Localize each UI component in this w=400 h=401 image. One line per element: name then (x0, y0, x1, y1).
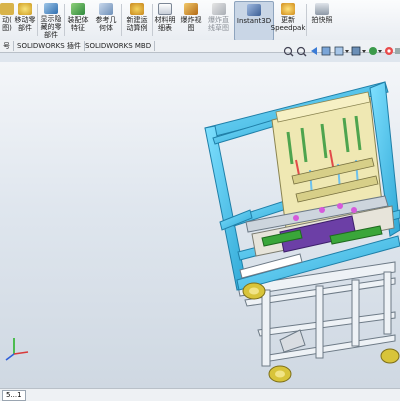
coordinate-triad (5, 338, 29, 361)
zoom-area-icon[interactable] (296, 46, 307, 57)
explode-line-sketch-icon (211, 3, 226, 15)
explode-view-icon (184, 3, 198, 15)
ribbon-button-label: 更新 Speedpak (270, 16, 306, 32)
ribbon-button-label: 爆炸视 图 (180, 16, 202, 32)
snapshot-button[interactable]: 拍快照 (309, 1, 335, 39)
ribbon-button-label: 装配体 特征 (67, 16, 89, 32)
scene-icon[interactable] (395, 48, 400, 54)
z-axis-arrow (5, 353, 15, 361)
view-orientation-icon[interactable] (334, 46, 349, 56)
ribbon-button-label: 参考几 何体 (95, 16, 117, 32)
ribbon-button-label: 拍快照 (311, 16, 333, 24)
show-hidden-icon (44, 3, 58, 14)
instant3d-button[interactable]: Instant3D (234, 1, 274, 41)
bom-button[interactable]: 材料明 细表 (153, 1, 177, 39)
x-axis-arrow (13, 351, 29, 355)
show-hidden-components-button[interactable]: 显示隐 藏的零 部件 (39, 1, 63, 39)
model-tab[interactable]: 5...1 (2, 390, 26, 401)
motion-study-icon (130, 3, 144, 15)
display-style-icon[interactable] (351, 46, 366, 56)
command-manager-ribbon: 动( 图) 移动零 部件 显示隐 藏的零 部件 装配体 特征 参考几 何体 新建… (0, 0, 400, 41)
tab-solidworks-addins[interactable]: SOLIDWORKS 插件 (14, 41, 85, 51)
reference-geometry-button[interactable]: 参考几 何体 (92, 1, 120, 39)
hide-show-items-icon[interactable] (369, 47, 382, 55)
ribbon-separator (64, 4, 65, 36)
tab-solidworks-mbd[interactable]: SOLIDWORKS MBD (82, 41, 156, 51)
update-speedpak-button[interactable]: 更新 Speedpak (271, 1, 305, 39)
move-component-button[interactable]: 移动零 部件 (14, 1, 36, 39)
move-component-icon (18, 3, 32, 15)
ribbon-button-label: 材料明 细表 (154, 16, 176, 32)
new-motion-study-button[interactable]: 新建运 动算例 (123, 1, 151, 39)
camera-icon (315, 3, 329, 15)
ribbon-separator (306, 4, 307, 36)
ribbon-button-label: 显示隐 藏的零 部件 (40, 15, 62, 39)
ribbon-button-label: 爆炸直 线草图 (208, 16, 229, 32)
status-bar: 5...1 (0, 388, 400, 401)
heads-up-view-toolbar (283, 46, 400, 57)
assembly-model[interactable] (0, 62, 400, 388)
caster-wheel (242, 282, 266, 300)
instant3d-icon (247, 4, 261, 16)
explode-view-button[interactable]: 爆炸视 图 (179, 1, 203, 39)
caster-wheel (268, 365, 292, 383)
previous-view-icon[interactable] (311, 47, 317, 55)
assembly-feature-button[interactable]: 装配体 特征 (66, 1, 90, 39)
explode-line-sketch-button[interactable]: 爆炸直 线草图 (205, 1, 232, 39)
speedpak-icon (281, 3, 295, 15)
tab-partial[interactable]: 号 (0, 41, 14, 51)
ribbon-separator (37, 4, 38, 36)
assembly-icon (0, 3, 14, 15)
zoom-to-fit-icon[interactable] (283, 46, 294, 57)
section-view-icon[interactable] (321, 46, 331, 56)
ribbon-button-label: 动( 图) (2, 16, 12, 32)
bom-table-icon (158, 3, 172, 15)
caster-wheel (380, 348, 400, 364)
ribbon-button-label: 移动零 部件 (14, 16, 36, 32)
ribbon-button-label: 新建运 动算例 (126, 16, 148, 32)
ribbon-separator (121, 4, 122, 36)
ribbon-button-label: Instant3D (236, 17, 272, 25)
appearance-icon[interactable] (385, 47, 393, 55)
assembly-feature-icon (71, 3, 85, 15)
ribbon-button-partial[interactable]: 动( 图) (0, 1, 14, 39)
reference-geometry-icon (99, 3, 113, 15)
